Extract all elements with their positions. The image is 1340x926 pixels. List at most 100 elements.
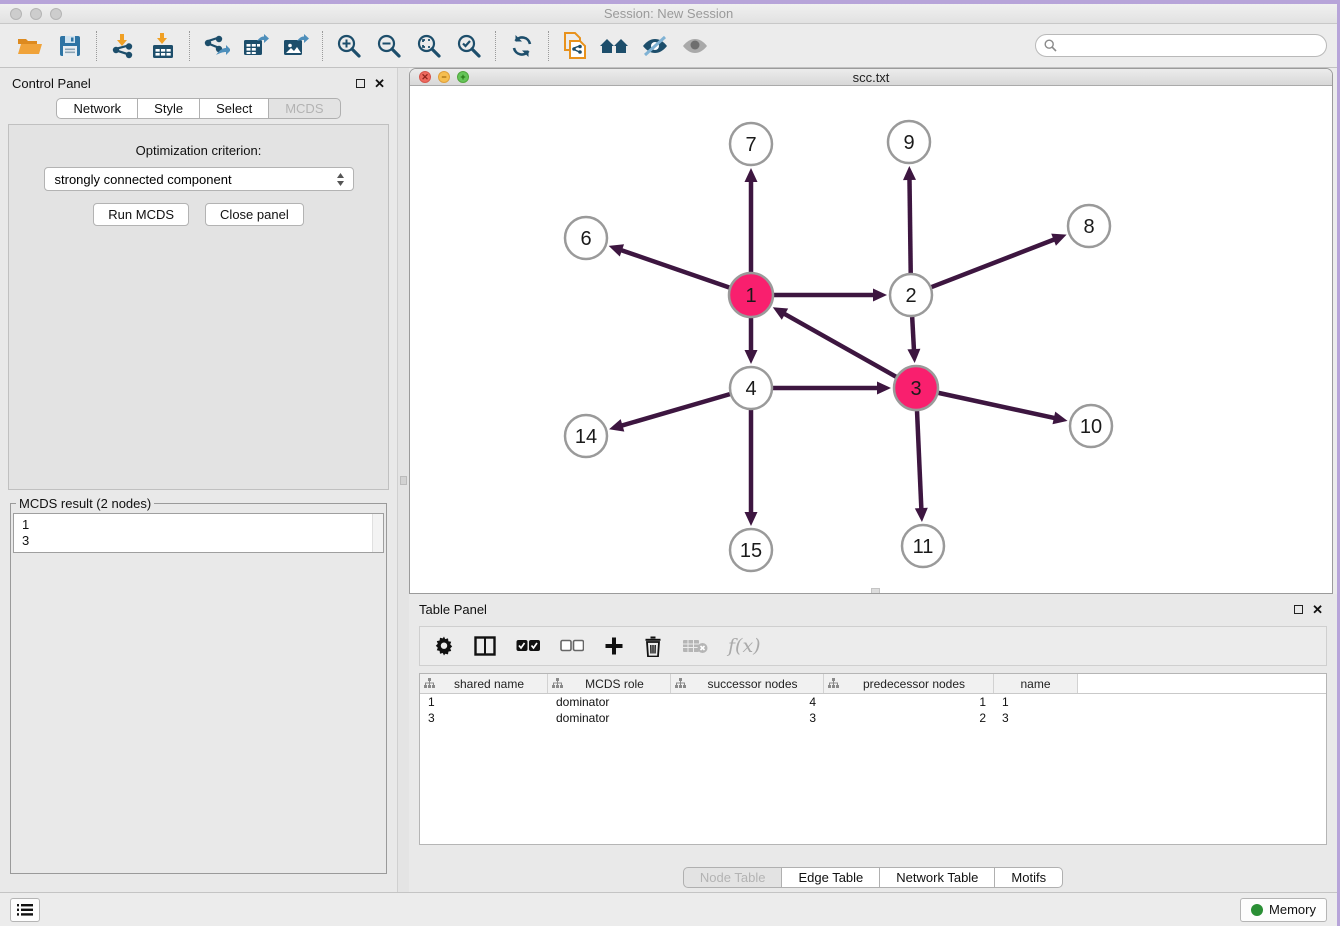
tab-edge-table[interactable]: Edge Table [781, 867, 880, 888]
graph-edge[interactable] [932, 239, 1056, 287]
minimize-window-icon[interactable] [30, 8, 42, 20]
cell-mcds-role[interactable]: dominator [548, 710, 671, 726]
network-canvas[interactable]: 7968124314101511 [410, 86, 1332, 593]
column-header-shared-name[interactable]: shared name [420, 674, 548, 693]
open-session-button[interactable] [10, 28, 50, 64]
column-type-icon [424, 678, 435, 689]
close-table-panel-icon[interactable]: ✕ [1312, 603, 1323, 616]
clone-network-icon [562, 32, 588, 60]
delete-table-button[interactable] [682, 638, 708, 655]
result-scrollbar[interactable] [372, 514, 383, 552]
clone-network-button[interactable] [555, 28, 595, 64]
close-window-icon[interactable] [10, 8, 22, 20]
graph-edge[interactable] [912, 317, 914, 351]
import-network-button[interactable] [103, 28, 143, 64]
zoom-in-button[interactable] [329, 28, 369, 64]
minimize-network-icon[interactable]: − [438, 71, 450, 83]
edge-arrowhead-icon [873, 289, 887, 302]
tab-network-table[interactable]: Network Table [879, 867, 995, 888]
table-tabs: Node Table Edge Table Network Table Moti… [409, 867, 1337, 888]
cell-successor-nodes[interactable]: 3 [671, 710, 824, 726]
run-mcds-button[interactable]: Run MCDS [93, 203, 189, 226]
add-row-button[interactable] [604, 636, 624, 656]
toolbar-separator [96, 31, 97, 61]
table-row[interactable]: 3 dominator 3 2 3 [420, 710, 1326, 726]
network-title: scc.txt [410, 70, 1332, 85]
mcds-result-title: MCDS result (2 nodes) [16, 496, 154, 511]
gear-button[interactable] [434, 636, 454, 656]
panel-divider[interactable] [397, 68, 409, 892]
network-graph[interactable]: 7968124314101511 [410, 86, 1333, 588]
cell-name[interactable]: 3 [994, 710, 1078, 726]
zoom-fit-button[interactable] [409, 28, 449, 64]
zoom-in-icon [336, 33, 362, 59]
cell-mcds-role[interactable]: dominator [548, 694, 671, 710]
import-table-button[interactable] [143, 28, 183, 64]
table-row[interactable]: 1 dominator 4 1 1 [420, 694, 1326, 710]
mcds-result-list[interactable]: 1 3 [13, 513, 384, 553]
result-item[interactable]: 1 [22, 517, 375, 533]
export-network-button[interactable] [196, 28, 236, 64]
graph-edge[interactable] [621, 394, 730, 426]
cell-name[interactable]: 1 [994, 694, 1078, 710]
hide-details-button[interactable] [635, 28, 675, 64]
divider-handle-icon[interactable] [400, 476, 407, 485]
criterion-select[interactable]: strongly connected component [44, 167, 354, 191]
search-input[interactable] [1062, 39, 1318, 53]
refresh-button[interactable] [502, 28, 542, 64]
search-box[interactable] [1035, 34, 1327, 57]
hide-details-icon [641, 34, 669, 58]
result-item[interactable]: 3 [22, 533, 375, 549]
column-header-name[interactable]: name [994, 674, 1078, 693]
close-network-icon[interactable]: ✕ [419, 71, 431, 83]
control-panel-tabs: Network Style Select MCDS [0, 98, 397, 119]
graph-edge[interactable] [783, 313, 896, 377]
tab-motifs[interactable]: Motifs [994, 867, 1063, 888]
column-type-icon [675, 678, 686, 689]
cell-shared-name[interactable]: 3 [420, 710, 548, 726]
save-session-button[interactable] [50, 28, 90, 64]
window-controls[interactable] [10, 8, 62, 20]
columns-button[interactable] [474, 636, 496, 656]
deselect-all-button[interactable] [560, 639, 584, 653]
select-all-button[interactable] [516, 639, 540, 653]
tab-mcds[interactable]: MCDS [268, 98, 340, 119]
cell-predecessor-nodes[interactable]: 1 [824, 694, 994, 710]
import-network-icon [110, 33, 136, 59]
first-neighbors-button[interactable] [595, 28, 635, 64]
close-panel-button[interactable]: Close panel [205, 203, 304, 226]
cell-shared-name[interactable]: 1 [420, 694, 548, 710]
zoom-selected-button[interactable] [449, 28, 489, 64]
memory-status-icon [1251, 904, 1263, 916]
function-builder-button[interactable]: f(x) [728, 635, 761, 657]
column-header-mcds-role[interactable]: MCDS role [548, 674, 671, 693]
show-details-button[interactable] [675, 28, 715, 64]
task-history-button[interactable] [10, 898, 40, 922]
cell-predecessor-nodes[interactable]: 2 [824, 710, 994, 726]
delete-row-button[interactable] [644, 636, 662, 657]
graph-edge[interactable] [938, 393, 1055, 418]
node-table[interactable]: shared name MCDS role successor nodes pr… [419, 673, 1327, 845]
column-header-predecessor-nodes[interactable]: predecessor nodes [824, 674, 994, 693]
maximize-window-icon[interactable] [50, 8, 62, 20]
toolbar-separator [189, 31, 190, 61]
column-header-successor-nodes[interactable]: successor nodes [671, 674, 824, 693]
zoom-out-button[interactable] [369, 28, 409, 64]
tab-node-table[interactable]: Node Table [683, 867, 783, 888]
maximize-network-icon[interactable]: + [457, 71, 469, 83]
close-panel-icon[interactable]: ✕ [374, 77, 385, 90]
table-panel: Table Panel ✕ f(x) [409, 594, 1337, 892]
graph-edge[interactable] [917, 411, 921, 510]
tab-select[interactable]: Select [199, 98, 269, 119]
cell-successor-nodes[interactable]: 4 [671, 694, 824, 710]
first-neighbors-icon [599, 34, 631, 58]
graph-edge[interactable] [620, 250, 729, 288]
memory-button[interactable]: Memory [1240, 898, 1327, 922]
export-image-button[interactable] [276, 28, 316, 64]
float-table-panel-icon[interactable] [1294, 605, 1303, 614]
tab-network[interactable]: Network [56, 98, 138, 119]
export-table-button[interactable] [236, 28, 276, 64]
tab-style[interactable]: Style [137, 98, 200, 119]
graph-edge[interactable] [909, 178, 910, 273]
float-panel-icon[interactable] [356, 79, 365, 88]
